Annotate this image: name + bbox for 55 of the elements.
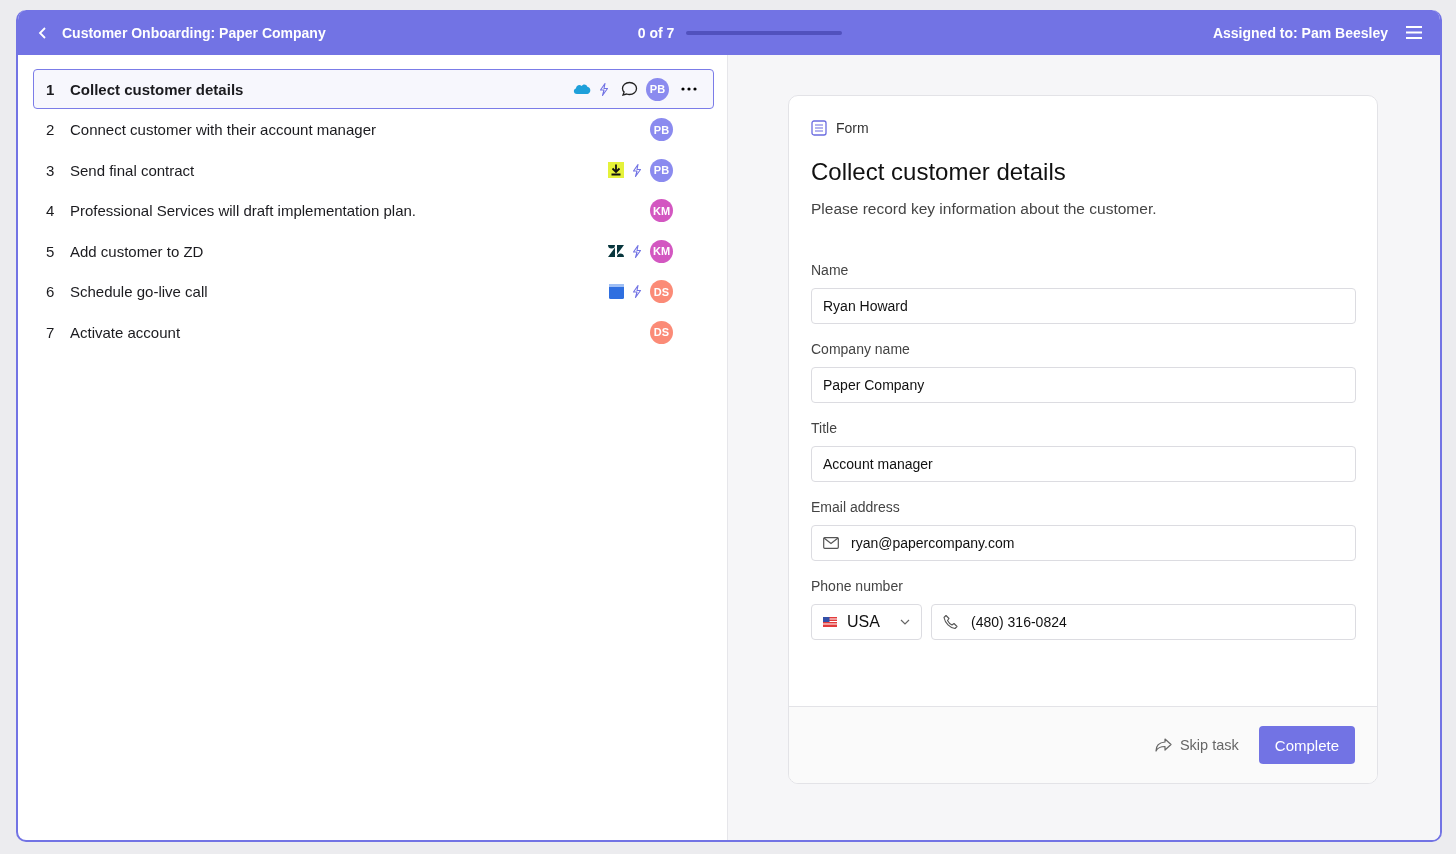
task-title: Schedule go-live call [70,283,209,300]
country-select[interactable]: USA [811,604,922,640]
task-row[interactable]: 1 Collect customer details PB [33,69,714,109]
task-title: Activate account [70,323,182,341]
complete-button[interactable]: Complete [1258,726,1355,764]
assignee-label: Assigned to: Pam Beesley [1212,24,1388,41]
comment-icon[interactable] [621,81,638,97]
task-number: 2 [46,121,56,138]
task-number: 3 [46,161,56,179]
task-number: 7 [46,323,56,341]
workflow-title: Customer Onboarding: Paper Company [62,24,326,41]
task-title: Add customer to ZD [70,242,205,260]
envelope-icon [823,537,839,549]
avatar: PB [650,158,673,182]
task-row[interactable]: 4 Professional Services will draft implementation plan. KM [33,190,714,231]
avatar: PB [646,77,669,101]
avatar: KM [650,239,673,263]
task-title: Collect customer details [70,80,245,98]
task-number: 5 [46,242,56,260]
progress-text: 0 of 7 [637,24,675,41]
avatar: DS [650,280,673,303]
form-icon [811,120,827,136]
avatar: KM [650,199,673,222]
task-title: Professional Services will draft implementation plan. [70,202,417,219]
task-row[interactable]: 6 Schedule go-live call DS [33,271,714,312]
task-row[interactable]: 5 Add customer to ZD KM [33,231,714,271]
form-description: Please record key information about the customer. [811,200,1158,218]
field-label: Company name [811,341,911,357]
form-type-label: Form [836,120,869,136]
task-number: 1 [46,80,56,98]
task-title: Send final contract [70,161,196,179]
task-title: Connect customer with their account manager [70,121,377,138]
task-row[interactable]: 7 Activate account DS [33,312,714,352]
flag-icon [823,617,837,627]
task-row[interactable]: 3 Send final contract PB [33,150,714,190]
share-arrow-icon [1154,738,1172,752]
task-number: 4 [46,202,56,219]
task-number: 6 [46,283,56,300]
form-title: Collect customer details [811,158,1067,186]
phone-icon [943,614,959,630]
field-label: Title [811,420,838,436]
task-row[interactable]: 2 Connect customer with their account manager PB [33,109,714,150]
skip-task-button[interactable]: Skip task [1154,737,1239,753]
cloud-icon [573,83,591,95]
field-label: Phone number [811,578,904,594]
field-label: Name [811,262,850,278]
more-icon[interactable] [681,87,699,91]
menu-icon[interactable] [1406,26,1422,39]
chevron-down-icon [900,619,910,625]
avatar: DS [650,320,673,344]
zendesk-icon [608,245,624,257]
download-icon [608,162,624,178]
avatar: PB [650,118,673,141]
calendar-icon [609,284,624,299]
field-label: Email address [811,499,901,515]
